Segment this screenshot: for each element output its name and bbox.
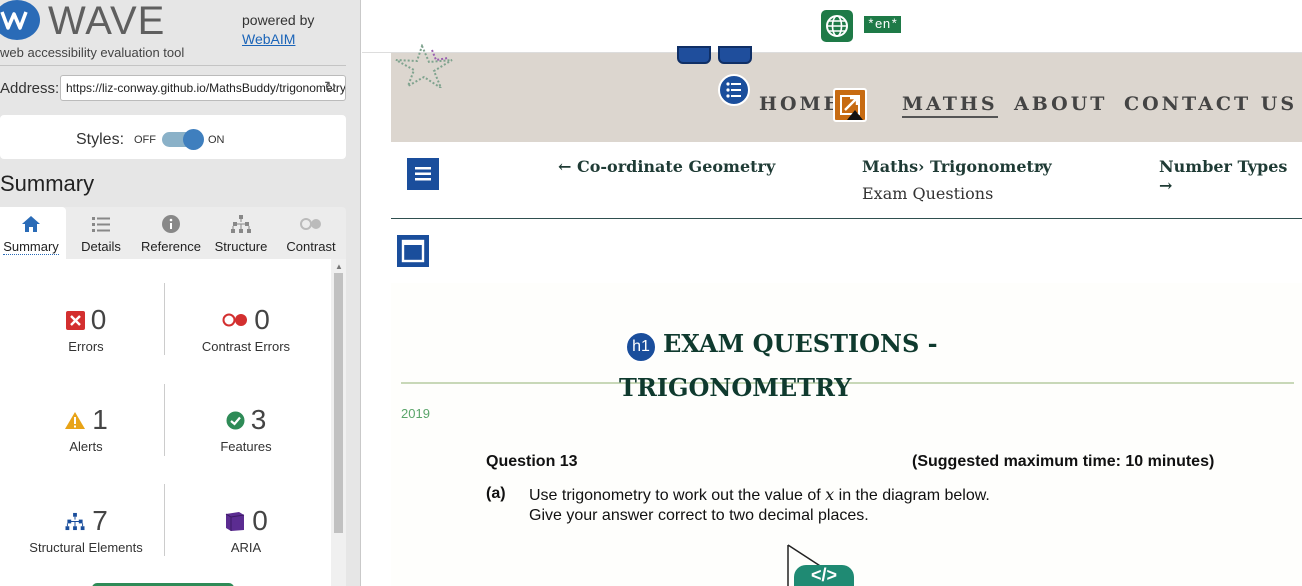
wave-sidebar: WAVE web accessibility evaluation tool p…: [0, 0, 361, 586]
features-label: Features: [220, 439, 272, 454]
stat-aria[interactable]: 0 ARIA: [171, 504, 321, 555]
aria-icon: [225, 512, 245, 531]
error-icon: [65, 310, 85, 330]
aria-label: ARIA: [230, 540, 262, 555]
wave-navigation-icon[interactable]: [405, 156, 441, 192]
tab-details[interactable]: Details: [66, 207, 136, 259]
scroll-up-icon[interactable]: ▲: [335, 262, 343, 271]
stat-contrast-errors[interactable]: 0 Contrast Errors: [171, 303, 321, 354]
breadcrumb-separator: ›: [1038, 157, 1045, 176]
question-part-label: (a): [486, 485, 506, 502]
star-logo-icon: [395, 44, 453, 88]
wave-list-icon[interactable]: [718, 74, 750, 106]
scroll-thumb[interactable]: [334, 273, 343, 533]
errors-count: 0: [90, 304, 107, 335]
tab-summary-label: Summary: [3, 239, 59, 255]
question-title: Question 13: [486, 453, 578, 470]
nav-about[interactable]: ABOUT: [1014, 93, 1107, 115]
tab-structure-label: Structure: [214, 239, 268, 254]
structural-label: Structural Elements: [29, 540, 143, 555]
wave-section-icon[interactable]: [677, 46, 711, 64]
exam-year: 2019: [401, 406, 430, 421]
next-page-link[interactable]: Number Types →: [1159, 157, 1302, 195]
question-time: (Suggested maximum time: 10 minutes): [912, 453, 1215, 470]
nav-home[interactable]: HOME: [759, 93, 841, 115]
language-badge: *en*: [864, 16, 902, 33]
sidebar-divider: [0, 65, 346, 66]
question-text-line2: Give your answer correct to two decimal …: [529, 507, 869, 524]
tab-reference[interactable]: Reference: [136, 207, 206, 259]
reload-icon[interactable]: ↻: [324, 79, 337, 97]
breadcrumb-maths[interactable]: Maths: [862, 157, 918, 176]
stat-divider: [164, 484, 165, 556]
breadcrumb-current: Exam Questions: [862, 184, 994, 203]
aria-count: 0: [252, 505, 268, 536]
info-icon: [162, 215, 180, 233]
tab-contrast[interactable]: Contrast: [276, 207, 346, 259]
code-badge-icon[interactable]: </>: [794, 565, 854, 586]
prev-page-link[interactable]: ← Co-ordinate Geometry: [558, 157, 775, 176]
stat-errors[interactable]: 0 Errors: [11, 303, 161, 354]
contrast-icon: [300, 218, 321, 230]
alerts-label: Alerts: [69, 439, 103, 454]
tab-reference-label: Reference: [141, 239, 201, 254]
styles-toggle-knob[interactable]: [183, 129, 204, 150]
page-title: EXAM QUESTIONS -: [663, 329, 938, 358]
stat-divider: [164, 384, 165, 456]
tab-structure[interactable]: Structure: [206, 207, 276, 259]
summary-heading: Summary: [0, 171, 95, 196]
structure-icon: [65, 512, 85, 530]
evaluated-page: *en* HOME MATHS ABOUT CONTACT US ← Co-or…: [362, 0, 1302, 586]
feature-icon: [226, 411, 245, 429]
tab-summary[interactable]: Summary: [0, 207, 66, 259]
powered-by-label: powered by: [242, 12, 315, 28]
contrast-error-icon: [222, 313, 248, 327]
contrast-errors-label: Contrast Errors: [201, 339, 291, 354]
section-divider: [391, 218, 1302, 219]
stat-features[interactable]: 3 Features: [171, 403, 321, 454]
wave-logo-icon: [0, 0, 40, 40]
wave-main-region-icon[interactable]: [395, 233, 431, 269]
features-count: 3: [250, 404, 267, 435]
wave-logo-text: WAVE: [48, 0, 166, 43]
styles-label: Styles:: [76, 131, 125, 148]
h1-badge-icon[interactable]: h1: [625, 331, 657, 363]
alerts-count: 1: [92, 404, 108, 435]
styles-on-label: ON: [208, 134, 225, 146]
stat-alerts[interactable]: 1 Alerts: [11, 403, 161, 454]
home-icon: [22, 216, 40, 232]
nav-contact[interactable]: CONTACT US: [1124, 93, 1297, 115]
page-title-line2: TRIGONOMETRY: [619, 373, 852, 402]
tab-details-label: Details: [81, 239, 121, 254]
question-text-start: Use trigonometry to work out the value o…: [529, 487, 821, 504]
wave-section-icon[interactable]: [718, 46, 752, 64]
webaim-link[interactable]: WebAIM: [242, 31, 295, 47]
contrast-errors-count: 0: [254, 304, 270, 335]
address-input[interactable]: https://liz-conway.github.io/MathsBuddy/…: [60, 75, 346, 101]
stat-structural-elements[interactable]: 7 Structural Elements: [11, 504, 161, 555]
address-label: Address:: [0, 80, 60, 97]
question-variable: x: [825, 485, 835, 504]
errors-label: Errors: [68, 339, 104, 354]
question-text-line1: Use trigonometry to work out the value o…: [529, 485, 990, 505]
styles-off-label: OFF: [134, 134, 156, 146]
tab-contrast-label: Contrast: [286, 239, 336, 254]
alert-icon: [65, 411, 86, 429]
breadcrumb-trigonometry[interactable]: › Trigonometry: [918, 157, 1052, 176]
structural-count: 7: [92, 505, 108, 536]
nav-maths[interactable]: MATHS: [902, 93, 998, 118]
wave-tagline: web accessibility evaluation tool: [0, 45, 185, 60]
structure-icon: [231, 215, 251, 233]
stat-divider: [164, 283, 165, 355]
list-icon: [92, 217, 110, 232]
redirect-alert-icon[interactable]: [833, 88, 867, 122]
globe-icon[interactable]: [821, 10, 853, 42]
question-text-end: in the diagram below.: [838, 487, 990, 504]
